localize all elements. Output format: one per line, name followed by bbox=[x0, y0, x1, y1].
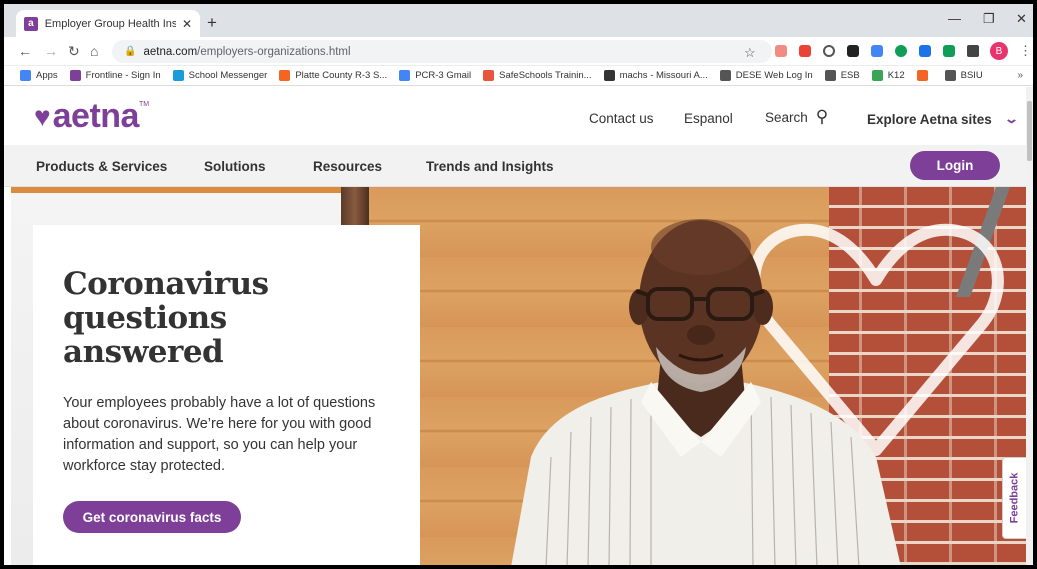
search-button[interactable]: Search ⚲ bbox=[765, 107, 828, 127]
bookmark-label: SafeSchools Trainin... bbox=[499, 70, 592, 81]
aetna-logo[interactable]: ♥ aetna TM bbox=[34, 97, 149, 136]
new-tab-icon[interactable]: + bbox=[207, 13, 217, 33]
feedback-tab[interactable]: Feedback bbox=[1002, 457, 1026, 539]
close-tab-icon[interactable]: ✕ bbox=[182, 17, 192, 31]
bookmarks-bar: Apps Frontline - Sign In School Messenger P… bbox=[4, 66, 1033, 86]
restore-icon[interactable]: ❐ bbox=[983, 11, 995, 27]
menu-kebab-icon[interactable]: ⋮ bbox=[1019, 43, 1032, 59]
extension-icon[interactable] bbox=[775, 45, 787, 57]
close-window-icon[interactable]: ✕ bbox=[1016, 11, 1027, 27]
extension-icon[interactable] bbox=[919, 45, 931, 57]
google-icon bbox=[399, 70, 411, 81]
nav-trends-insights[interactable]: Trends and Insights bbox=[426, 159, 554, 174]
nav-solutions[interactable]: Solutions bbox=[204, 159, 266, 174]
browser-toolbar: ← → ↻ ⌂ 🔒 aetna.com/employers-organizati… bbox=[4, 37, 1033, 66]
minimize-icon[interactable]: — bbox=[948, 11, 961, 26]
scrollbar-thumb[interactable] bbox=[1027, 101, 1032, 161]
extension-icon[interactable] bbox=[871, 45, 883, 57]
apps-grid-icon bbox=[20, 70, 31, 81]
bookmark-item[interactable] bbox=[916, 70, 933, 81]
platte-icon bbox=[279, 70, 291, 81]
back-icon[interactable]: ← bbox=[18, 43, 32, 59]
trademark-symbol: TM bbox=[138, 101, 150, 108]
globe-icon bbox=[944, 70, 956, 81]
bookmark-label: School Messenger bbox=[188, 70, 268, 81]
nav-products-services[interactable]: Products & Services bbox=[36, 159, 167, 174]
address-bar[interactable]: 🔒 aetna.com/employers-organizations.html bbox=[112, 40, 772, 63]
login-button[interactable]: Login bbox=[910, 151, 1000, 180]
chevron-down-icon: ⌄ bbox=[1003, 111, 1019, 126]
extension-icon[interactable] bbox=[943, 45, 955, 57]
qr-extension-icon[interactable] bbox=[847, 45, 859, 57]
bookmark-star-icon[interactable]: ☆ bbox=[744, 45, 756, 61]
bookmark-label: BSIU bbox=[960, 70, 983, 81]
aetna-favicon-icon: a bbox=[24, 16, 38, 31]
main-nav: Products & Services Solutions Resources … bbox=[4, 145, 1026, 187]
bookmark-item[interactable]: ESB bbox=[824, 70, 860, 81]
explore-label: Explore Aetna sites bbox=[867, 111, 992, 127]
hero-banner: Coronavirus questions answered Your empl… bbox=[11, 187, 1026, 565]
extension-icon[interactable] bbox=[823, 45, 835, 57]
tab-title: Employer Group Health Insurance bbox=[44, 17, 176, 30]
url-text: aetna.com/employers-organizations.html bbox=[143, 45, 351, 58]
browser-window: a Employer Group Health Insurance ✕ + — … bbox=[4, 4, 1033, 565]
more-bookmarks-icon[interactable]: » bbox=[1017, 70, 1023, 81]
globe-icon bbox=[719, 70, 731, 81]
hero-portrait-photo bbox=[511, 219, 901, 565]
puzzle-extensions-icon[interactable] bbox=[967, 45, 979, 57]
bookmark-item[interactable]: PCR-3 Gmail bbox=[399, 70, 471, 81]
frontline-icon bbox=[69, 70, 81, 81]
heart-logo-icon: ♥ bbox=[34, 100, 51, 132]
bookmark-item[interactable]: machs - Missouri A... bbox=[603, 70, 708, 81]
globe-icon bbox=[824, 70, 836, 81]
reload-icon[interactable]: ↻ bbox=[68, 43, 80, 60]
hero-body-text: Your employees probably have a lot of qu… bbox=[63, 395, 376, 474]
bookmark-item[interactable]: DESE Web Log In bbox=[719, 70, 813, 81]
bookmark-item[interactable]: Platte County R-3 S... bbox=[279, 70, 387, 81]
site-header: ♥ aetna TM Contact us Espanol Search ⚲ E… bbox=[4, 87, 1026, 145]
feedback-label: Feedback bbox=[1008, 472, 1021, 524]
bookmark-label: PCR-3 Gmail bbox=[415, 70, 472, 81]
nav-resources[interactable]: Resources bbox=[313, 159, 382, 174]
messenger-icon bbox=[172, 70, 184, 81]
bookmark-item[interactable]: Apps bbox=[20, 70, 58, 81]
page-scrollbar[interactable] bbox=[1026, 87, 1033, 565]
bookmark-label: K12 bbox=[887, 70, 905, 81]
bookmark-item[interactable]: Frontline - Sign In bbox=[69, 70, 161, 81]
search-icon: ⚲ bbox=[815, 107, 829, 126]
bookmark-label: Platte County R-3 S... bbox=[295, 70, 388, 81]
web-page: ♥ aetna TM Contact us Espanol Search ⚲ E… bbox=[4, 87, 1026, 565]
grammarly-icon[interactable] bbox=[895, 45, 907, 57]
k12-icon bbox=[871, 70, 883, 81]
explore-sites-dropdown[interactable]: Explore Aetna sites ⌄ bbox=[867, 111, 1019, 127]
bookmark-item[interactable]: SafeSchools Trainin... bbox=[483, 70, 592, 81]
bookmark-label: Frontline - Sign In bbox=[85, 70, 161, 81]
profile-avatar[interactable]: B bbox=[990, 42, 1008, 60]
bookmark-label: machs - Missouri A... bbox=[619, 70, 708, 81]
machs-icon bbox=[603, 70, 615, 81]
bookmark-item[interactable]: School Messenger bbox=[172, 70, 268, 81]
contact-us-link[interactable]: Contact us bbox=[589, 111, 654, 126]
brand-wordmark: aetna bbox=[52, 97, 140, 135]
bookmark-label: DESE Web Log In bbox=[735, 70, 813, 81]
forward-icon[interactable]: → bbox=[44, 43, 58, 59]
safeschools-icon bbox=[483, 70, 495, 81]
extension-icon[interactable] bbox=[799, 45, 811, 57]
browser-tab[interactable]: a Employer Group Health Insurance ✕ bbox=[16, 10, 200, 37]
espanol-link[interactable]: Espanol bbox=[684, 111, 733, 126]
bookmark-label: ESB bbox=[840, 70, 860, 81]
get-coronavirus-facts-button[interactable]: Get coronavirus facts bbox=[63, 501, 241, 533]
tab-strip: a Employer Group Health Insurance ✕ + — … bbox=[4, 4, 1033, 37]
search-label: Search bbox=[765, 109, 808, 125]
bookmark-item[interactable]: BSIU bbox=[944, 70, 983, 81]
lock-icon: 🔒 bbox=[124, 46, 137, 57]
hero-text-card: Coronavirus questions answered Your empl… bbox=[33, 225, 420, 565]
star-burst-icon bbox=[916, 70, 928, 81]
hero-headline: Coronavirus questions answered bbox=[63, 266, 269, 370]
home-icon[interactable]: ⌂ bbox=[90, 43, 98, 59]
bookmark-item[interactable]: K12 bbox=[871, 70, 905, 81]
bookmark-label: Apps bbox=[36, 70, 58, 81]
